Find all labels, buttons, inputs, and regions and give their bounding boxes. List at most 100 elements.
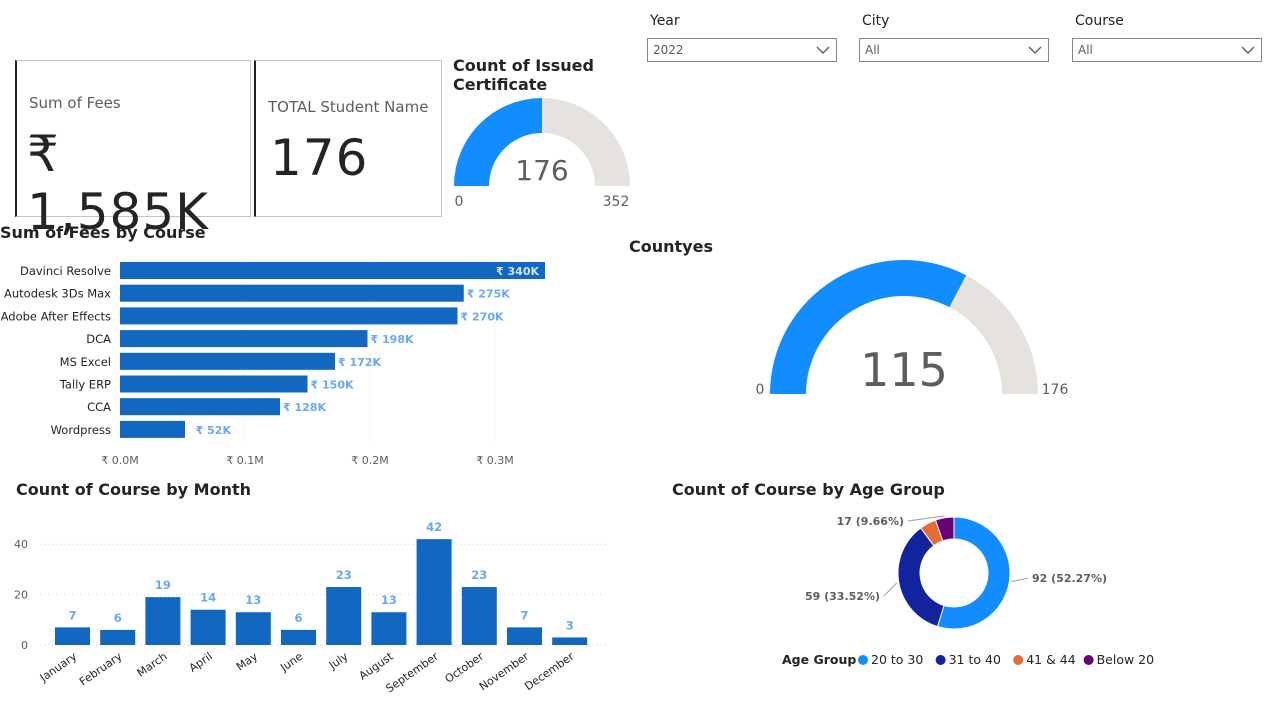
data-label: 6: [114, 611, 122, 625]
fees-card[interactable]: Sum of Fees ₹ 1,585K: [15, 60, 251, 241]
legend-item[interactable]: 20 to 30: [871, 652, 923, 667]
y-tick-label: 20: [14, 589, 28, 602]
bar[interactable]: [120, 307, 458, 325]
data-label: ₹ 198K: [371, 333, 414, 346]
x-tick-label: ₹ 0.2M: [351, 454, 388, 467]
bar[interactable]: [326, 587, 362, 645]
data-label: 6: [294, 611, 302, 625]
course-dropdown[interactable]: All: [1072, 38, 1262, 62]
data-label: ₹ 172K: [338, 356, 381, 369]
bar[interactable]: [552, 637, 588, 645]
fees-by-course-chart[interactable]: ₹ 0.0M ₹ 0.1M ₹ 0.2M ₹ 0.3M Davinci Resolve ₹…: [0, 250, 600, 475]
bar[interactable]: [120, 262, 545, 279]
bar[interactable]: [120, 284, 464, 302]
gauge-value-label: 176: [515, 154, 568, 187]
x-tick-label: November: [477, 650, 532, 694]
year-dropdown[interactable]: 2022: [647, 38, 837, 62]
bar[interactable]: [190, 609, 226, 645]
x-tick-label: August: [357, 649, 397, 682]
x-tick-label: April: [187, 650, 215, 675]
legend-marker: [1013, 655, 1024, 665]
category-label: MS Excel: [60, 355, 111, 369]
bar[interactable]: [120, 352, 335, 370]
category-label: Autodesk 3Ds Max: [4, 287, 111, 301]
students-card[interactable]: TOTAL Student Name 176: [254, 60, 442, 217]
data-label: ₹ 128K: [283, 401, 326, 414]
data-label: 13: [381, 593, 397, 607]
x-tick-label: May: [234, 650, 260, 674]
city-dropdown[interactable]: All: [859, 38, 1049, 62]
gauge-min-label: 0: [455, 194, 464, 210]
chevron-down-icon: [1241, 46, 1255, 54]
fees-card-label: Sum of Fees: [29, 94, 121, 112]
data-label: 23: [336, 568, 352, 582]
certificate-gauge[interactable]: 176 0 352: [440, 92, 650, 217]
year-dropdown-value: 2022: [653, 43, 684, 57]
bar[interactable]: [120, 398, 280, 416]
category-label: Tally ERP: [59, 378, 111, 392]
x-tick-label: ₹ 0.0M: [101, 454, 138, 467]
countyes-gauge-title: Countyes: [629, 237, 713, 256]
legend-item[interactable]: 41 & 44: [1026, 652, 1076, 667]
category-label: Adobe After Effects: [1, 309, 111, 323]
data-label: 13: [245, 593, 261, 607]
gauge-track: [949, 275, 1038, 394]
course-slicer-label: Course: [1075, 13, 1124, 29]
data-label: 23: [471, 568, 487, 582]
fees-by-course-title: Sum of Fees by Course: [0, 223, 206, 242]
bar[interactable]: [120, 420, 185, 438]
gauge-max-label: 176: [1042, 382, 1069, 398]
bar[interactable]: [281, 629, 316, 645]
y-tick-label: 0: [21, 639, 28, 652]
chevron-down-icon: [816, 46, 830, 54]
bar[interactable]: [507, 627, 542, 645]
category-label: Davinci Resolve: [20, 264, 111, 278]
legend-marker: [1083, 655, 1094, 665]
age-group-chart[interactable]: 92 (52.27%) 59 (33.52%) 17 (9.66%) Age Grou…: [760, 505, 1160, 685]
bar[interactable]: [120, 375, 308, 393]
leader-line: [883, 582, 898, 597]
category-label: CCA: [87, 400, 111, 414]
gauge-value-label: 115: [860, 343, 948, 397]
slice-label: 59 (33.52%): [805, 590, 880, 603]
data-label: ₹ 150K: [311, 379, 354, 392]
year-slicer-label: Year: [650, 13, 680, 29]
city-dropdown-value: All: [865, 43, 880, 57]
legend-item[interactable]: Below 20: [1097, 652, 1155, 667]
data-label: ₹ 275K: [467, 288, 510, 301]
certificate-gauge-title: Count of Issued Certificate: [453, 56, 594, 94]
course-dropdown-value: All: [1078, 43, 1093, 57]
bar[interactable]: [371, 612, 407, 645]
gauge-min-label: 0: [756, 382, 765, 398]
course-by-month-chart[interactable]: 0 20 40 7 January 6 February 19 March 14 April 13 Ma…: [0, 500, 620, 706]
x-tick-label: ₹ 0.1M: [226, 454, 263, 467]
bar[interactable]: [120, 330, 368, 348]
bar[interactable]: [145, 597, 181, 645]
x-tick-label: January: [37, 650, 80, 685]
x-tick-label: June: [277, 650, 305, 675]
bar[interactable]: [461, 587, 497, 645]
data-label: 14: [200, 591, 216, 605]
age-group-title: Count of Course by Age Group: [672, 480, 945, 499]
x-tick-label: March: [135, 650, 170, 680]
bar[interactable]: [55, 627, 90, 645]
x-tick-label: ₹ 0.3M: [476, 454, 513, 467]
data-label: 7: [520, 608, 528, 622]
countyes-gauge[interactable]: 115 0 176: [740, 250, 1080, 405]
students-card-label: TOTAL Student Name: [268, 98, 429, 116]
x-tick-label: December: [522, 650, 577, 694]
legend-item[interactable]: 31 to 40: [949, 652, 1001, 667]
course-by-month-title: Count of Course by Month: [16, 480, 252, 499]
data-label: 19: [155, 578, 171, 592]
bar[interactable]: [235, 612, 271, 645]
bar[interactable]: [416, 539, 452, 645]
legend-marker: [858, 655, 868, 665]
data-label: ₹ 270K: [461, 310, 504, 323]
bar[interactable]: [100, 629, 136, 645]
gauge-max-label: 352: [603, 194, 630, 210]
y-tick-label: 40: [14, 538, 28, 551]
data-label: ₹ 340K: [496, 265, 539, 278]
leader-line: [1011, 577, 1029, 583]
legend-marker: [935, 655, 946, 665]
x-tick-label: February: [77, 650, 125, 689]
